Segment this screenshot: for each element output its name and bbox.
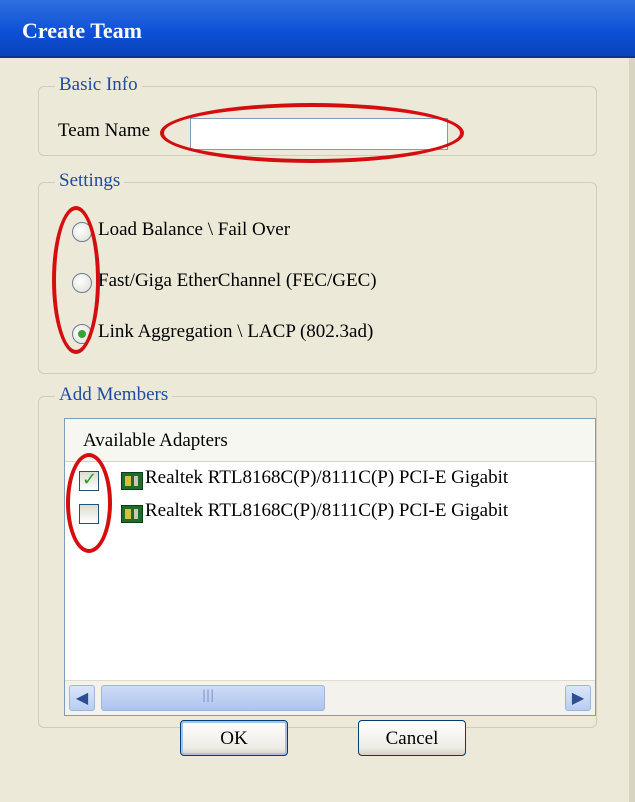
load-balance-label[interactable]: Load Balance \ Fail Over — [98, 219, 290, 241]
team-name-highlight — [160, 103, 464, 163]
scroll-right-button[interactable]: ▶ — [565, 685, 591, 711]
adapter-2-label: Realtek RTL8168C(P)/8111C(P) PCI-E Gigab… — [145, 500, 509, 521]
adapters-list[interactable]: Available Adapters Realtek RTL8168C(P)/8… — [64, 418, 596, 716]
network-adapter-icon — [121, 505, 143, 523]
window-title: Create Team — [22, 18, 142, 43]
title-bar[interactable]: Create Team — [0, 0, 635, 58]
horizontal-scrollbar[interactable]: ◀ ▶ — [65, 680, 595, 715]
network-adapter-icon — [121, 472, 143, 490]
basic-info-legend: Basic Info — [55, 74, 142, 96]
fec-gec-label[interactable]: Fast/Giga EtherChannel (FEC/GEC) — [98, 270, 377, 292]
scroll-thumb[interactable] — [101, 685, 325, 711]
radio-options-highlight — [52, 206, 100, 354]
adapter-1-label: Realtek RTL8168C(P)/8111C(P) PCI-E Gigab… — [145, 467, 509, 488]
lacp-label[interactable]: Link Aggregation \ LACP (802.3ad) — [98, 321, 373, 343]
scroll-left-button[interactable]: ◀ — [69, 685, 95, 711]
settings-legend: Settings — [55, 170, 125, 192]
add-members-legend: Add Members — [55, 384, 173, 406]
available-adapters-header: Available Adapters — [83, 430, 228, 451]
cancel-button[interactable]: Cancel — [358, 720, 466, 756]
team-name-label: Team Name — [58, 120, 151, 141]
ok-button[interactable]: OK — [180, 720, 288, 756]
adapters-list-header[interactable]: Available Adapters — [65, 419, 595, 462]
checkbox-highlight — [66, 453, 112, 553]
